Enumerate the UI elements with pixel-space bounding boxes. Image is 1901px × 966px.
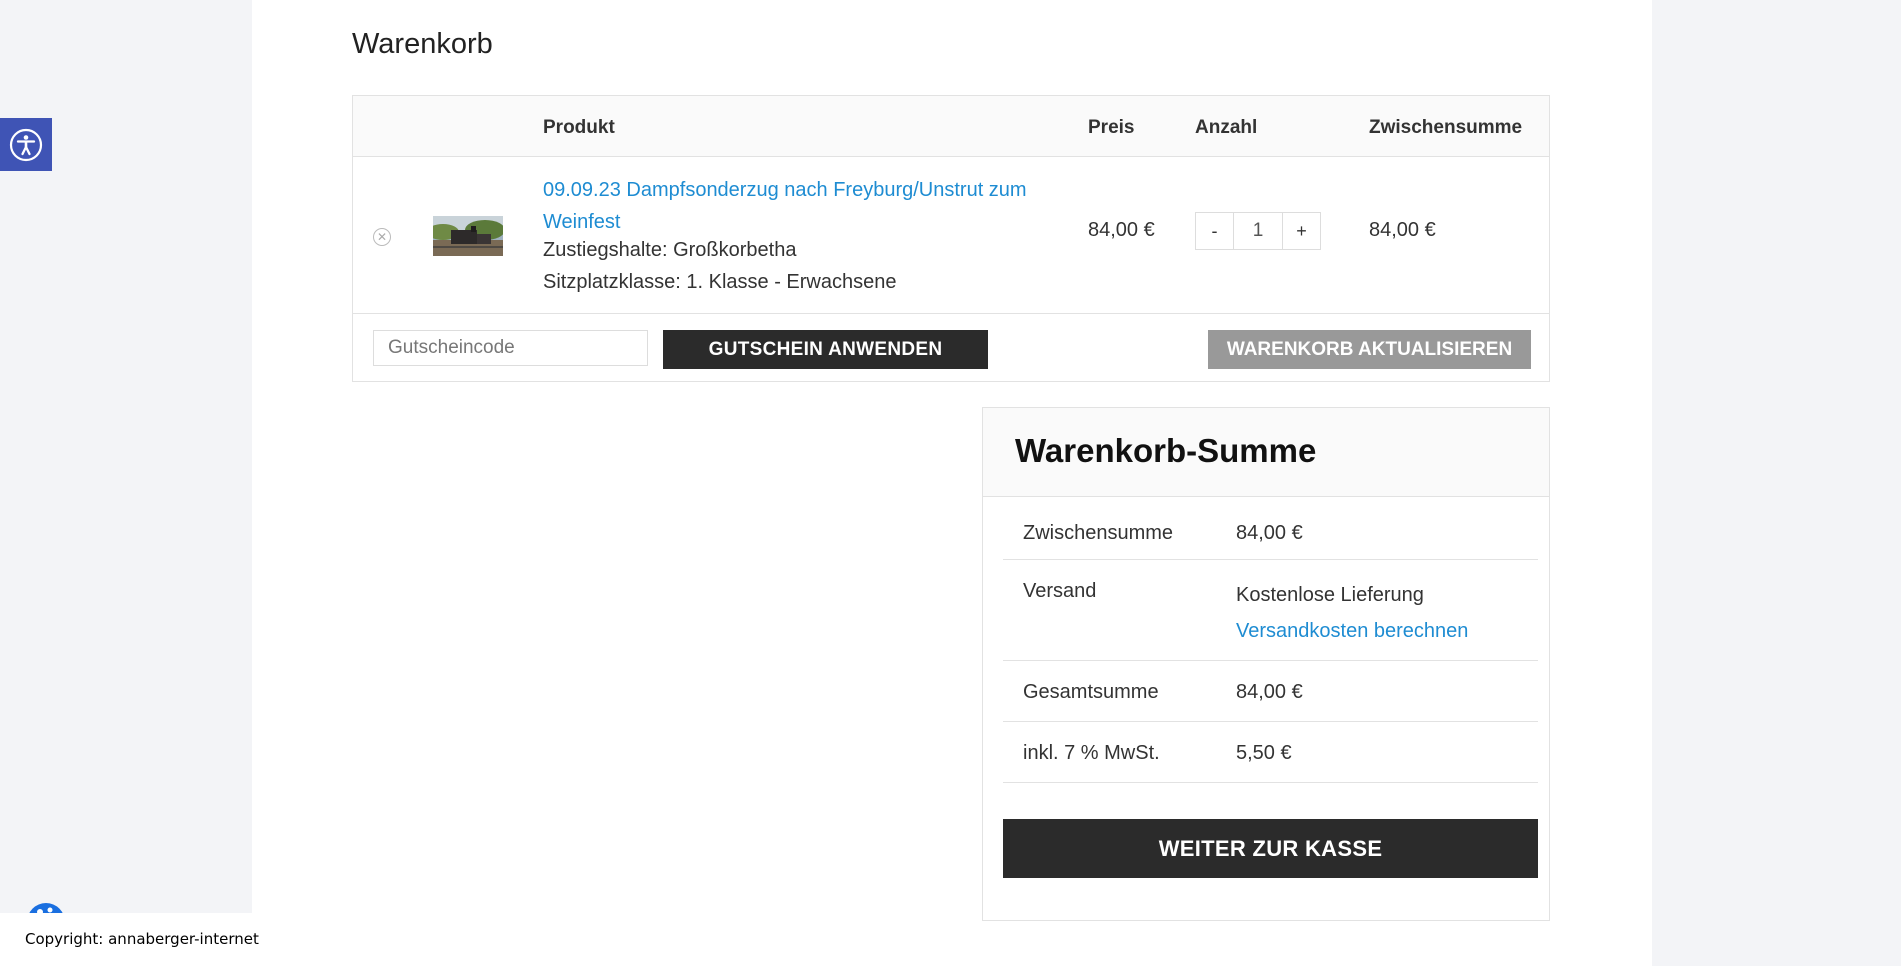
totals-row-tax: inkl. 7 % MwSt. 5,50 € [1003,722,1538,783]
total-label: Gesamtsumme [1023,681,1159,703]
cart-totals-header: Warenkorb-Summe [983,408,1549,497]
header-product: Produkt [543,117,615,138]
subtotal-label: Zwischensumme [1023,522,1174,544]
apply-coupon-button[interactable]: GUTSCHEIN ANWENDEN [663,330,988,369]
header-quantity: Anzahl [1195,117,1258,138]
header-price: Preis [1088,117,1135,138]
totals-row-shipping: Versand Kostenlose Lieferung Versandkost… [1003,560,1538,661]
item-subtotal: 84,00 € [1369,219,1436,241]
product-meta-stop: Zustiegshalte: Großkorbetha [543,239,797,261]
page-title: Warenkorb [352,28,493,60]
quantity-minus-button[interactable]: - [1196,213,1233,249]
product-name-link[interactable]: 09.09.23 Dampfsonderzug nach Freyburg/Un… [543,174,1063,238]
cart-item-row: ✕ 09.09.23 Dampfsonderzug nach Freyburg/… [353,157,1549,314]
calculate-shipping-link[interactable]: Versandkosten berechnen [1236,620,1468,643]
proceed-to-checkout-button[interactable]: WEITER ZUR KASSE [1003,819,1538,878]
header-subtotal: Zwischensumme [1369,117,1523,138]
shipping-value: Kostenlose Lieferung [1236,584,1424,606]
item-price: 84,00 € [1088,219,1155,241]
remove-item-icon[interactable]: ✕ [373,228,391,246]
cart-table-header: Produkt Preis Anzahl Zwischensumme [353,96,1549,157]
quantity-input[interactable] [1233,213,1283,249]
copyright-text: Copyright: annaberger-internet [25,930,259,948]
total-value: 84,00 € [1236,681,1303,703]
accessibility-button[interactable] [0,118,52,171]
cart-totals-title: Warenkorb-Summe [1015,432,1317,469]
coupon-code-input[interactable] [373,330,648,366]
totals-row-total: Gesamtsumme 84,00 € [1003,661,1538,722]
tax-label: inkl. 7 % MwSt. [1023,742,1160,764]
quantity-plus-button[interactable]: + [1283,213,1320,249]
update-cart-button[interactable]: WARENKORB AKTUALISIEREN [1208,330,1531,369]
product-thumbnail[interactable] [433,216,503,256]
cart-totals-box: Warenkorb-Summe Zwischensumme 84,00 € Ve… [982,407,1550,921]
totals-row-subtotal: Zwischensumme 84,00 € [1003,499,1538,560]
product-meta-class: Sitzplatzklasse: 1. Klasse - Erwachsene [543,271,897,293]
subtotal-value: 84,00 € [1236,522,1303,544]
cart-table: Produkt Preis Anzahl Zwischensumme ✕ 09.… [352,95,1550,382]
tax-value: 5,50 € [1236,742,1292,764]
accessibility-icon [9,128,43,161]
quantity-stepper: - + [1195,212,1321,250]
shipping-label: Versand [1023,580,1097,602]
